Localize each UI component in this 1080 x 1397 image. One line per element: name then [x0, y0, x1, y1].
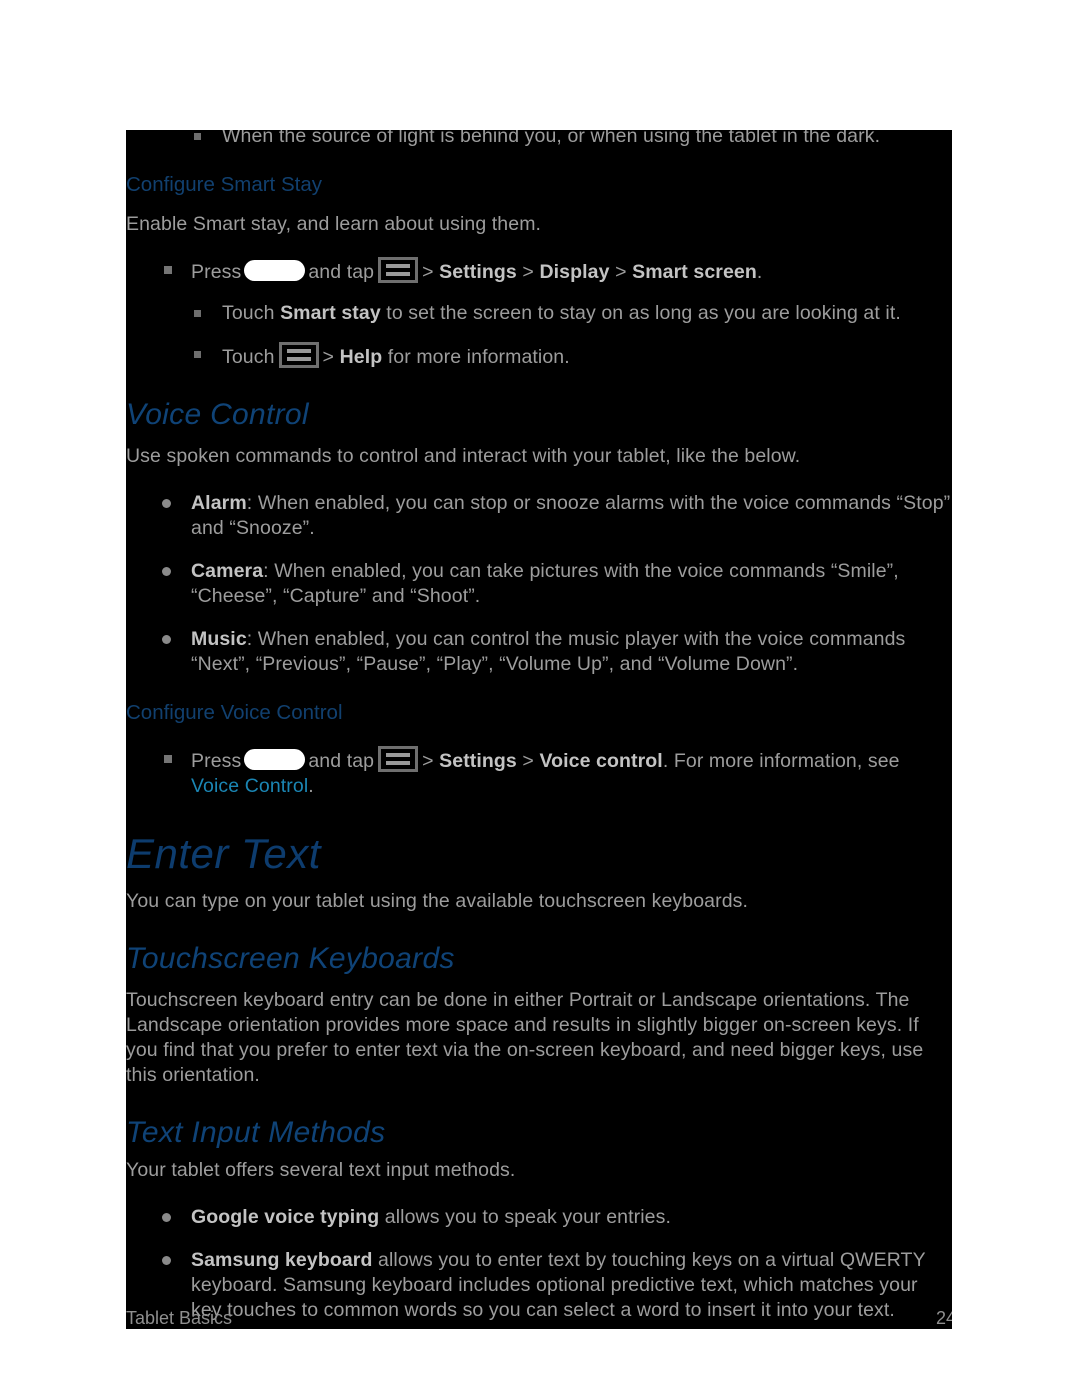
press-label: Press — [191, 261, 242, 283]
footer-page-number: 24 — [935, 1308, 952, 1328]
crossref-link-voice-control[interactable]: Voice Control — [191, 775, 308, 797]
term-alarm: Alarm — [191, 492, 247, 514]
substep-suffix: to set the screen to stay on as long as … — [380, 302, 901, 324]
touchscreen-keyboards-body: Touchscreen keyboard entry can be done i… — [126, 989, 924, 1086]
round-bullet-icon — [162, 1256, 171, 1265]
path-separator-1: > — [422, 261, 434, 283]
substep-prefix: Touch — [222, 302, 281, 324]
and-tap-label: and tap — [308, 261, 375, 283]
text-input-methods-intro: Your tablet offers several text input me… — [126, 1159, 516, 1181]
menu-bar-bottom — [386, 272, 411, 276]
list-item-voice-control-path: Press and tap > Settings > Voice control. … — [126, 746, 952, 799]
heading-text-input-methods: Text Input Methods — [126, 1116, 386, 1149]
menu-bar-top — [386, 753, 411, 757]
square-bullet-icon — [194, 351, 201, 358]
menu-bar-top — [286, 349, 311, 353]
round-bullet-icon — [162, 499, 171, 508]
path-separator-1: > — [422, 750, 434, 772]
list-item-alarm: Alarm: When enabled, you can stop or sno… — [126, 491, 952, 541]
heading-enter-text: Enter Text — [126, 830, 321, 877]
term-google-voice-typing: Google voice typing — [191, 1206, 380, 1228]
list-item-smart-screen-path: Press and tap > Settings > Display > Smart… — [126, 257, 952, 285]
document-body: When the source of light is behind you, … — [126, 130, 952, 1323]
menu-bar-bottom — [286, 357, 311, 361]
smart-stay-intro: Enable Smart stay, and learn about using… — [126, 213, 542, 235]
settings-label: Settings — [439, 261, 517, 283]
term-camera: Camera — [191, 560, 264, 582]
voice-control-label: Voice control — [539, 750, 663, 772]
path-separator-3: > — [615, 261, 627, 283]
heading-voice-control: Voice Control — [126, 398, 309, 431]
home-button-icon — [244, 260, 306, 281]
trailing-period: . — [756, 261, 763, 283]
press-label: Press — [191, 750, 242, 772]
round-bullet-icon — [162, 635, 171, 644]
settings-label: Settings — [439, 750, 517, 772]
desc-google-voice-typing: allows you to speak your entries. — [379, 1206, 671, 1228]
menu-button-icon — [278, 342, 319, 368]
square-bullet-icon — [194, 310, 201, 317]
list-item-smart-stay: Touch Smart stay to set the screen to st… — [126, 301, 952, 326]
list-item-google-voice-typing: Google voice typing allows you to speak … — [126, 1205, 952, 1230]
menu-bar-bottom — [386, 761, 411, 765]
heading-configure-voice-control: Configure Voice Control — [126, 701, 343, 724]
menu-button-icon — [378, 257, 419, 283]
path-separator-2: > — [522, 261, 534, 283]
and-tap-label: and tap — [308, 750, 375, 772]
heading-configure-smart-stay: Configure Smart Stay — [126, 173, 322, 196]
heading-touchscreen-keyboards: Touchscreen Keyboards — [126, 942, 455, 975]
trailing-period: . — [308, 775, 314, 797]
list-item-camera: Camera: When enabled, you can take pictu… — [126, 559, 952, 609]
path-separator: > — [322, 346, 335, 368]
smart-screen-label: Smart screen — [632, 261, 757, 283]
list-item-music: Music: When enabled, you can control the… — [126, 627, 952, 677]
square-bullet-icon — [164, 266, 172, 274]
page-content-block: When the source of light is behind you, … — [126, 130, 952, 1329]
display-label: Display — [539, 261, 610, 283]
help-suffix: for more information. — [382, 346, 570, 368]
desc-alarm: : When enabled, you can stop or snooze a… — [191, 492, 951, 539]
term-music: Music — [191, 628, 247, 650]
more-info-text: . For more information, see — [662, 750, 900, 772]
desc-music: : When enabled, you can control the musi… — [191, 628, 906, 675]
path-separator-2: > — [522, 750, 534, 772]
desc-camera: : When enabled, you can take pictures wi… — [191, 560, 899, 607]
home-button-icon — [244, 749, 306, 770]
list-item-help: Touch > Help for more information. — [126, 342, 952, 370]
voice-control-intro: Use spoken commands to control and inter… — [126, 445, 801, 467]
touch-label: Touch — [222, 346, 275, 368]
square-bullet-icon — [194, 133, 201, 140]
list-item: When the source of light is behind you, … — [126, 130, 952, 149]
enter-text-intro: You can type on your tablet using the av… — [126, 890, 749, 912]
help-label: Help — [339, 346, 383, 368]
footer-section-label: Tablet Basics — [126, 1308, 233, 1328]
square-bullet-icon — [164, 755, 172, 763]
term-samsung-keyboard: Samsung keyboard — [191, 1249, 373, 1271]
menu-bar-top — [386, 264, 411, 268]
round-bullet-icon — [162, 1213, 171, 1222]
lead-bullet-text: When the source of light is behind you, … — [222, 130, 881, 147]
menu-button-icon — [378, 746, 419, 772]
page-footer: Tablet Basics 24 — [126, 1303, 952, 1329]
round-bullet-icon — [162, 567, 171, 576]
substep-bold-term: Smart stay — [280, 302, 381, 324]
